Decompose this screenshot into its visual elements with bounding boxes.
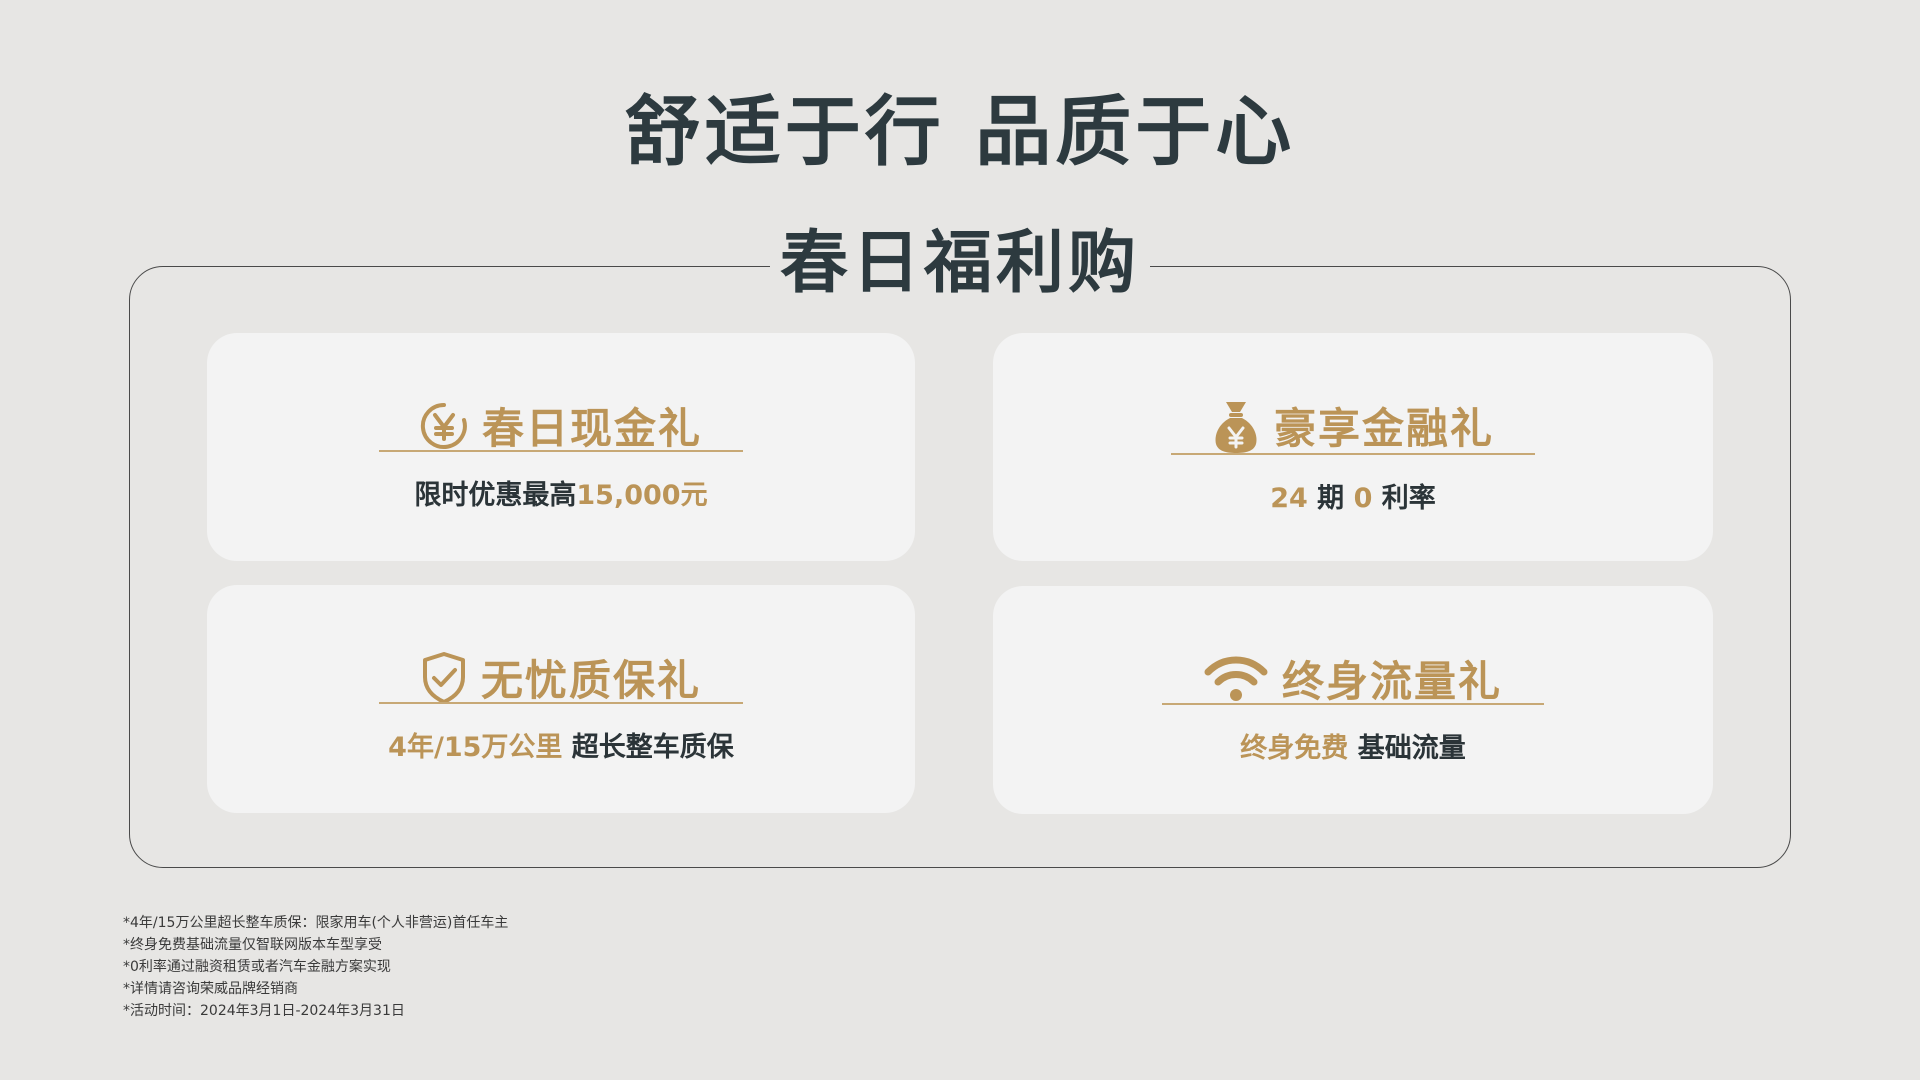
wifi-icon (1204, 654, 1268, 704)
desc-highlight: 24 (1270, 483, 1308, 514)
title-divider (1171, 453, 1535, 455)
headline: 舒适于行 品质于心 (624, 87, 1296, 176)
cash-gift-card: 春日现金礼 限时优惠最高15,000元 (207, 333, 915, 561)
desc-highlight: 0 (1353, 483, 1373, 514)
footnotes: *4年/15万公里超长整车质保：限家用车(个人非营运)首任车主 *终身免费基础流… (123, 912, 508, 1022)
footnote: *详情请咨询荣威品牌经销商 (123, 981, 298, 997)
card-title-row: 无忧质保礼 (207, 647, 915, 708)
money-bag-icon (1212, 398, 1260, 454)
desc-text: 基础流量 (1348, 733, 1466, 764)
footnote: *活动时间：2024年3月1日-2024年3月31日 (123, 1003, 405, 1019)
card-description: 终身免费 基础流量 (993, 726, 1713, 765)
shield-check-icon (421, 651, 467, 705)
finance-gift-card: 豪享金融礼 24 期 0 利率 (993, 333, 1713, 561)
desc-text: 限时优惠最高 (414, 480, 577, 511)
yen-coin-icon (420, 402, 468, 450)
card-description: 限时优惠最高15,000元 (207, 473, 915, 512)
desc-highlight: 终身免费 (1240, 733, 1349, 764)
title-divider (379, 450, 743, 452)
footnote: *终身免费基础流量仅智联网版本车型享受 (123, 937, 382, 953)
footnote: *0利率通过融资租赁或者汽车金融方案实现 (123, 959, 391, 975)
card-title: 终身流量礼 (1281, 657, 1502, 706)
data-gift-card: 终身流量礼 终身免费 基础流量 (993, 586, 1713, 814)
card-description: 4年/15万公里 超长整车质保 (207, 725, 915, 764)
footnote: *4年/15万公里超长整车质保：限家用车(个人非营运)首任车主 (123, 915, 509, 931)
title-divider (1162, 703, 1544, 705)
desc-highlight: 15,000元 (576, 480, 708, 511)
desc-text: 期 (1307, 483, 1354, 514)
card-title-row: 春日现金礼 (207, 395, 915, 456)
desc-text: 利率 (1372, 483, 1436, 514)
warranty-gift-card: 无忧质保礼 4年/15万公里 超长整车质保 (207, 585, 915, 813)
card-title-row: 豪享金融礼 (993, 395, 1713, 456)
card-title: 豪享金融礼 (1273, 404, 1494, 453)
card-description: 24 期 0 利率 (993, 476, 1713, 515)
desc-text: 超长整车质保 (562, 732, 734, 763)
section-title: 春日福利购 (770, 224, 1150, 304)
desc-highlight: 4年/15万公里 (388, 732, 563, 763)
card-title: 无忧质保礼 (480, 656, 701, 705)
title-divider (379, 702, 743, 704)
card-title: 春日现金礼 (481, 404, 702, 453)
card-title-row: 终身流量礼 (993, 648, 1713, 709)
